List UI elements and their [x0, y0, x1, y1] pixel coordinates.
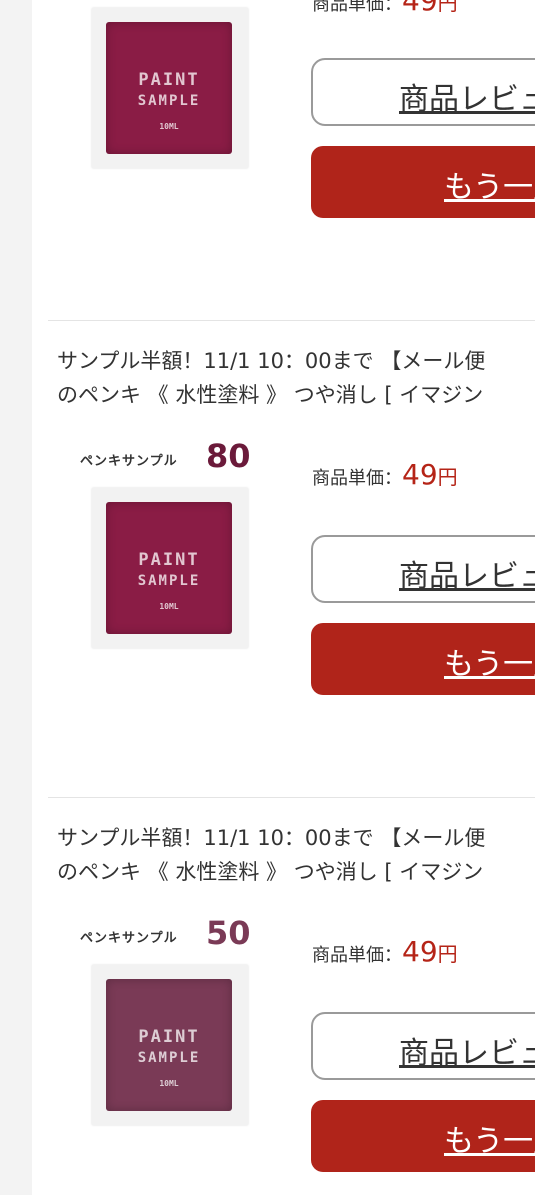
- unit-price-value: 49: [402, 0, 438, 17]
- pouch-text-volume: 10ML: [159, 602, 179, 611]
- product-image[interactable]: PAINT SAMPLE 10ML: [76, 0, 276, 174]
- pouch-text-volume: 10ML: [159, 122, 179, 131]
- item-divider: [48, 320, 535, 321]
- item-divider: [48, 797, 535, 798]
- pouch-color-swatch: PAINT SAMPLE 10ML: [106, 22, 232, 154]
- unit-price-label: 商品単価：: [312, 0, 402, 15]
- product-title-link[interactable]: サンプル半額！11/1 10：00まで 【メール便 のペンキ 《 水性塗料 》 …: [57, 344, 535, 412]
- product-title-line: のペンキ 《 水性塗料 》 つや消し [ イマジン: [57, 383, 484, 407]
- buy-again-button-label: もう一度購入: [444, 647, 535, 682]
- unit-price-currency: 円: [437, 465, 458, 489]
- pouch-text-paint: PAINT: [138, 70, 200, 90]
- product-review-button-label: 商品レビュー: [399, 82, 535, 117]
- product-review-button[interactable]: 商品レビュー: [311, 58, 535, 126]
- product-image[interactable]: ペンキサンプル 80 PAINT SAMPLE 10ML: [76, 436, 276, 656]
- product-title-line: のペンキ 《 水性塗料 》 つや消し [ イマジン: [57, 860, 484, 884]
- buy-again-button[interactable]: もう一度購入: [311, 1100, 535, 1172]
- product-image[interactable]: ペンキサンプル 50 PAINT SAMPLE 10ML: [76, 913, 276, 1133]
- unit-price: 商品単価：49円: [312, 935, 458, 968]
- pouch-text-sample: SAMPLE: [137, 1050, 201, 1066]
- paint-sample-pouch: PAINT SAMPLE 10ML: [92, 8, 248, 168]
- pouch-text-paint: PAINT: [138, 550, 200, 570]
- sample-number: 80: [206, 437, 251, 475]
- order-history-list: PAINT SAMPLE 10ML 商品単価：49円 商品レビュー もう一度購入…: [32, 0, 535, 1195]
- product-review-button[interactable]: 商品レビュー: [311, 535, 535, 603]
- paint-sample-label: ペンキサンプル: [80, 931, 178, 946]
- product-title-line: サンプル半額！11/1 10：00まで 【メール便: [57, 349, 486, 373]
- unit-price: 商品単価：49円: [312, 0, 458, 17]
- buy-again-button[interactable]: もう一度購入: [311, 146, 535, 218]
- product-image-label: ペンキサンプル 80: [76, 436, 276, 480]
- unit-price-label: 商品単価：: [312, 945, 402, 966]
- unit-price: 商品単価：49円: [312, 458, 458, 491]
- buy-again-button[interactable]: もう一度購入: [311, 623, 535, 695]
- pouch-color-swatch: PAINT SAMPLE 10ML: [106, 502, 232, 634]
- paint-sample-pouch: PAINT SAMPLE 10ML: [92, 488, 248, 648]
- product-title-link[interactable]: サンプル半額！11/1 10：00まで 【メール便 のペンキ 《 水性塗料 》 …: [57, 821, 535, 889]
- unit-price-currency: 円: [437, 942, 458, 966]
- pouch-color-swatch: PAINT SAMPLE 10ML: [106, 979, 232, 1111]
- pouch-text-sample: SAMPLE: [137, 93, 201, 109]
- unit-price-label: 商品単価：: [312, 468, 402, 489]
- pouch-text-volume: 10ML: [159, 1079, 179, 1088]
- product-review-button-label: 商品レビュー: [399, 1036, 535, 1071]
- product-review-button[interactable]: 商品レビュー: [311, 1012, 535, 1080]
- sample-number: 50: [206, 914, 251, 952]
- product-title-line: サンプル半額！11/1 10：00まで 【メール便: [57, 826, 486, 850]
- product-image-label: ペンキサンプル 50: [76, 913, 276, 957]
- buy-again-button-label: もう一度購入: [444, 170, 535, 205]
- product-review-button-label: 商品レビュー: [399, 559, 535, 594]
- paint-sample-pouch: PAINT SAMPLE 10ML: [92, 965, 248, 1125]
- unit-price-value: 49: [402, 935, 438, 968]
- paint-sample-label: ペンキサンプル: [80, 454, 178, 469]
- pouch-text-sample: SAMPLE: [137, 573, 201, 589]
- pouch-text-paint: PAINT: [138, 1027, 200, 1047]
- unit-price-value: 49: [402, 458, 438, 491]
- buy-again-button-label: もう一度購入: [444, 1124, 535, 1159]
- unit-price-currency: 円: [437, 0, 458, 15]
